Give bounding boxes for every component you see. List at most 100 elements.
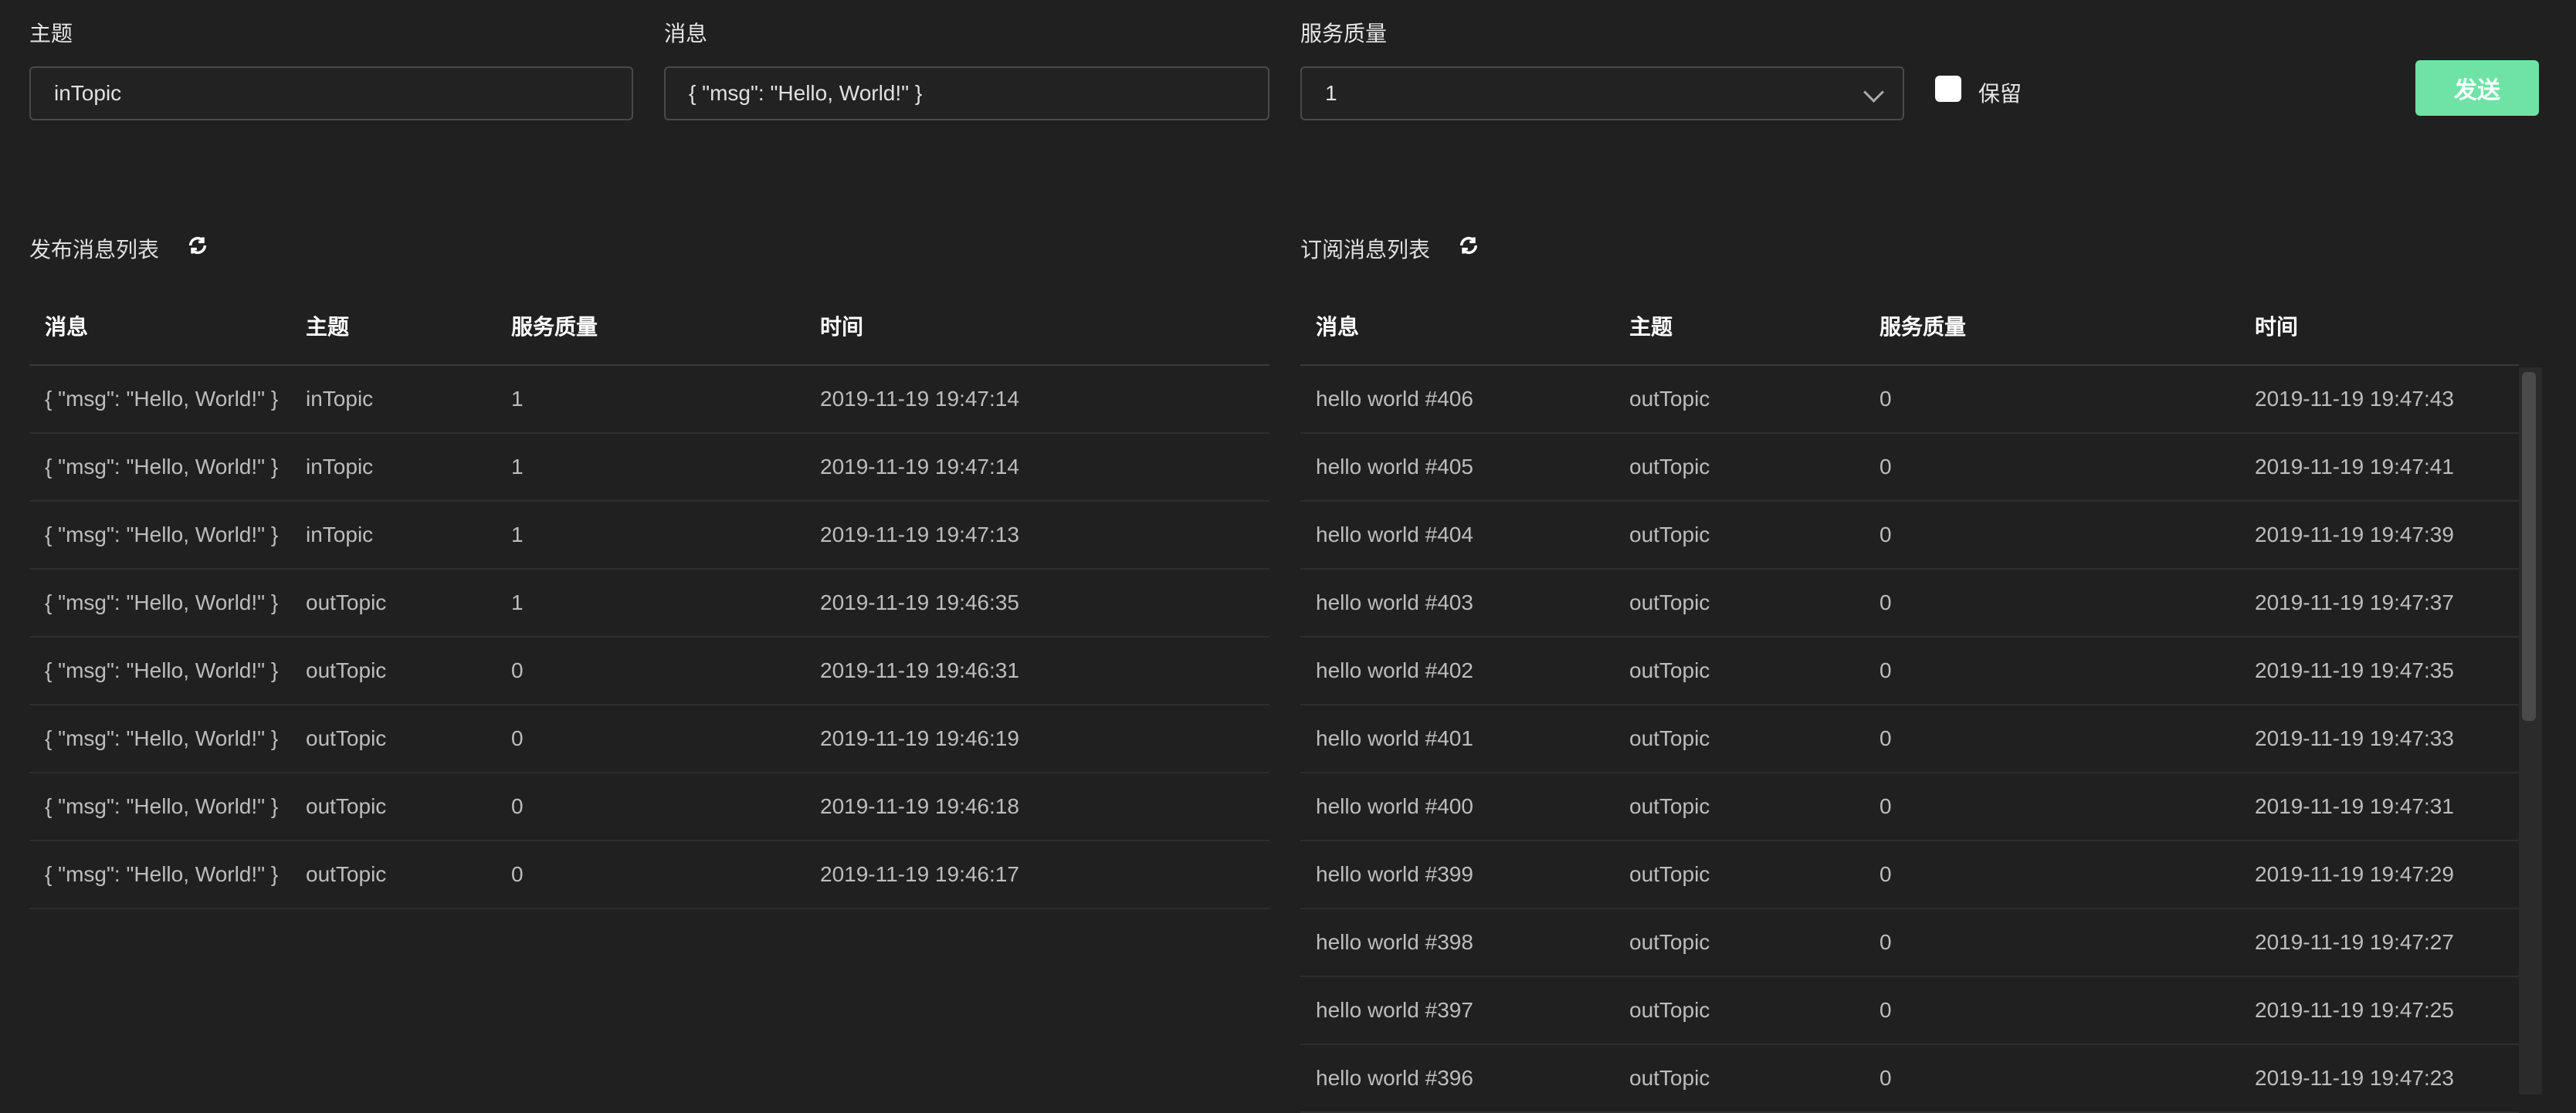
published-cell-message: { "msg": "Hello, World!" } (29, 773, 290, 841)
published-header-qos: 服务质量 (496, 287, 805, 366)
subscribed-header-qos: 服务质量 (1864, 287, 2239, 366)
published-header-time: 时间 (805, 287, 1269, 366)
published-table: 消息 主题 服务质量 时间 { "msg": "Hello, World!" }… (29, 287, 1269, 909)
subscribed-cell-time: 2019-11-19 19:47:27 (2239, 908, 2519, 977)
refresh-icon[interactable] (187, 235, 208, 256)
published-table-row[interactable]: { "msg": "Hello, World!" } outTopic 1 2019-… (29, 569, 1269, 638)
published-cell-time: 2019-11-19 19:46:19 (805, 705, 1269, 773)
subscribed-scrollbar-thumb[interactable] (2522, 372, 2536, 721)
subscribed-cell-qos: 0 (1864, 705, 2239, 773)
subscribed-cell-time: 2019-11-19 19:47:35 (2239, 637, 2519, 705)
message-label: 消息 (664, 22, 708, 46)
subscribed-cell-topic: outTopic (1614, 501, 1864, 570)
published-table-row[interactable]: { "msg": "Hello, World!" } outTopic 0 2019-… (29, 637, 1269, 705)
subscribed-table-row[interactable]: hello world #404 outTopic 0 2019-11-19 19:4… (1300, 501, 2519, 570)
subscribed-cell-topic: outTopic (1614, 773, 1864, 841)
published-cell-qos: 1 (496, 365, 805, 434)
subscribed-table-row[interactable]: hello world #403 outTopic 0 2019-11-19 19:4… (1300, 569, 2519, 638)
published-list-title: 发布消息列表 (29, 238, 160, 262)
subscribed-cell-message: hello world #402 (1300, 637, 1614, 705)
subscribed-cell-time: 2019-11-19 19:47:31 (2239, 773, 2519, 841)
published-header-row: 消息 主题 服务质量 时间 (29, 287, 1269, 366)
published-cell-qos: 0 (496, 637, 805, 705)
subscribed-header-row: 消息 主题 服务质量 时间 (1300, 287, 2519, 366)
message-input-value: { "msg": "Hello, World!" } (689, 81, 923, 105)
published-table-row[interactable]: { "msg": "Hello, World!" } outTopic 0 2019-… (29, 705, 1269, 773)
subscribed-cell-qos: 0 (1864, 433, 2239, 502)
subscribed-cell-time: 2019-11-19 19:47:37 (2239, 569, 2519, 638)
subscribed-cell-message: hello world #400 (1300, 773, 1614, 841)
refresh-icon[interactable] (1458, 235, 1480, 256)
subscribed-cell-topic: outTopic (1614, 1044, 1864, 1113)
qos-select[interactable]: 1 (1300, 66, 1904, 120)
subscribed-cell-time: 2019-11-19 19:47:39 (2239, 501, 2519, 570)
subscribed-table-row[interactable]: hello world #406 outTopic 0 2019-11-19 19:4… (1300, 365, 2519, 434)
subscribed-cell-topic: outTopic (1614, 433, 1864, 502)
subscribed-cell-topic: outTopic (1614, 976, 1864, 1045)
published-cell-topic: outTopic (290, 705, 496, 773)
published-cell-qos: 0 (496, 773, 805, 841)
subscribed-cell-message: hello world #406 (1300, 365, 1614, 434)
published-cell-time: 2019-11-19 19:46:31 (805, 637, 1269, 705)
subscribed-header-message: 消息 (1300, 287, 1614, 366)
send-button[interactable]: 发送 (2415, 60, 2539, 116)
subscribed-table-row[interactable]: hello world #402 outTopic 0 2019-11-19 19:4… (1300, 637, 2519, 705)
published-cell-message: { "msg": "Hello, World!" } (29, 705, 290, 773)
published-table-row[interactable]: { "msg": "Hello, World!" } inTopic 1 2019-1… (29, 365, 1269, 434)
subscribed-scrollbar[interactable] (2519, 367, 2542, 1094)
published-cell-message: { "msg": "Hello, World!" } (29, 501, 290, 570)
published-cell-message: { "msg": "Hello, World!" } (29, 637, 290, 705)
published-cell-time: 2019-11-19 19:47:14 (805, 365, 1269, 434)
subscribed-cell-time: 2019-11-19 19:47:29 (2239, 841, 2519, 909)
subscribed-cell-time: 2019-11-19 19:47:23 (2239, 1044, 2519, 1113)
published-cell-qos: 1 (496, 501, 805, 570)
subscribed-cell-message: hello world #405 (1300, 433, 1614, 502)
subscribed-cell-qos: 0 (1864, 637, 2239, 705)
subscribed-table-row[interactable]: hello world #405 outTopic 0 2019-11-19 19:4… (1300, 433, 2519, 502)
published-cell-message: { "msg": "Hello, World!" } (29, 841, 290, 909)
qos-select-value: 1 (1325, 81, 1337, 105)
subscribed-list-title: 订阅消息列表 (1300, 238, 1431, 262)
published-cell-qos: 0 (496, 841, 805, 909)
subscribed-cell-qos: 0 (1864, 773, 2239, 841)
published-cell-time: 2019-11-19 19:47:13 (805, 501, 1269, 570)
published-cell-topic: inTopic (290, 433, 496, 502)
subscribed-cell-topic: outTopic (1614, 569, 1864, 638)
subscribed-cell-qos: 0 (1864, 976, 2239, 1045)
published-cell-topic: outTopic (290, 569, 496, 638)
topic-input[interactable]: inTopic (29, 66, 633, 120)
published-cell-topic: outTopic (290, 841, 496, 909)
published-cell-qos: 1 (496, 433, 805, 502)
published-cell-topic: outTopic (290, 637, 496, 705)
published-table-row[interactable]: { "msg": "Hello, World!" } inTopic 1 2019-1… (29, 433, 1269, 502)
subscribed-cell-message: hello world #401 (1300, 705, 1614, 773)
message-input[interactable]: { "msg": "Hello, World!" } (664, 66, 1269, 120)
subscribed-table-row[interactable]: hello world #400 outTopic 0 2019-11-19 19:4… (1300, 773, 2519, 841)
subscribed-cell-message: hello world #398 (1300, 908, 1614, 977)
published-cell-message: { "msg": "Hello, World!" } (29, 569, 290, 638)
published-header-message: 消息 (29, 287, 290, 366)
subscribed-table-row[interactable]: hello world #401 outTopic 0 2019-11-19 19:4… (1300, 705, 2519, 773)
subscribed-cell-topic: outTopic (1614, 365, 1864, 434)
topic-input-value: inTopic (54, 81, 122, 105)
published-table-row[interactable]: { "msg": "Hello, World!" } outTopic 0 2019-… (29, 841, 1269, 909)
subscribed-table-row[interactable]: hello world #399 outTopic 0 2019-11-19 19:4… (1300, 841, 2519, 909)
published-cell-time: 2019-11-19 19:46:17 (805, 841, 1269, 909)
subscribed-cell-qos: 0 (1864, 569, 2239, 638)
published-table-row[interactable]: { "msg": "Hello, World!" } outTopic 0 2019-… (29, 773, 1269, 841)
published-table-row[interactable]: { "msg": "Hello, World!" } inTopic 1 2019-1… (29, 501, 1269, 570)
subscribed-cell-message: hello world #399 (1300, 841, 1614, 909)
published-cell-message: { "msg": "Hello, World!" } (29, 365, 290, 434)
subscribed-table-row[interactable]: hello world #397 outTopic 0 2019-11-19 19:4… (1300, 976, 2519, 1045)
published-cell-topic: outTopic (290, 773, 496, 841)
topic-label: 主题 (29, 22, 73, 46)
subscribed-table-row[interactable]: hello world #398 outTopic 0 2019-11-19 19:4… (1300, 908, 2519, 977)
subscribed-cell-message: hello world #403 (1300, 569, 1614, 638)
subscribed-table-row[interactable]: hello world #396 outTopic 0 2019-11-19 19:4… (1300, 1044, 2519, 1113)
retain-checkbox[interactable] (1935, 76, 1961, 102)
subscribed-cell-qos: 0 (1864, 1044, 2239, 1113)
published-cell-time: 2019-11-19 19:46:35 (805, 569, 1269, 638)
chevron-down-icon (1863, 82, 1884, 103)
subscribed-cell-time: 2019-11-19 19:47:33 (2239, 705, 2519, 773)
subscribed-cell-topic: outTopic (1614, 637, 1864, 705)
